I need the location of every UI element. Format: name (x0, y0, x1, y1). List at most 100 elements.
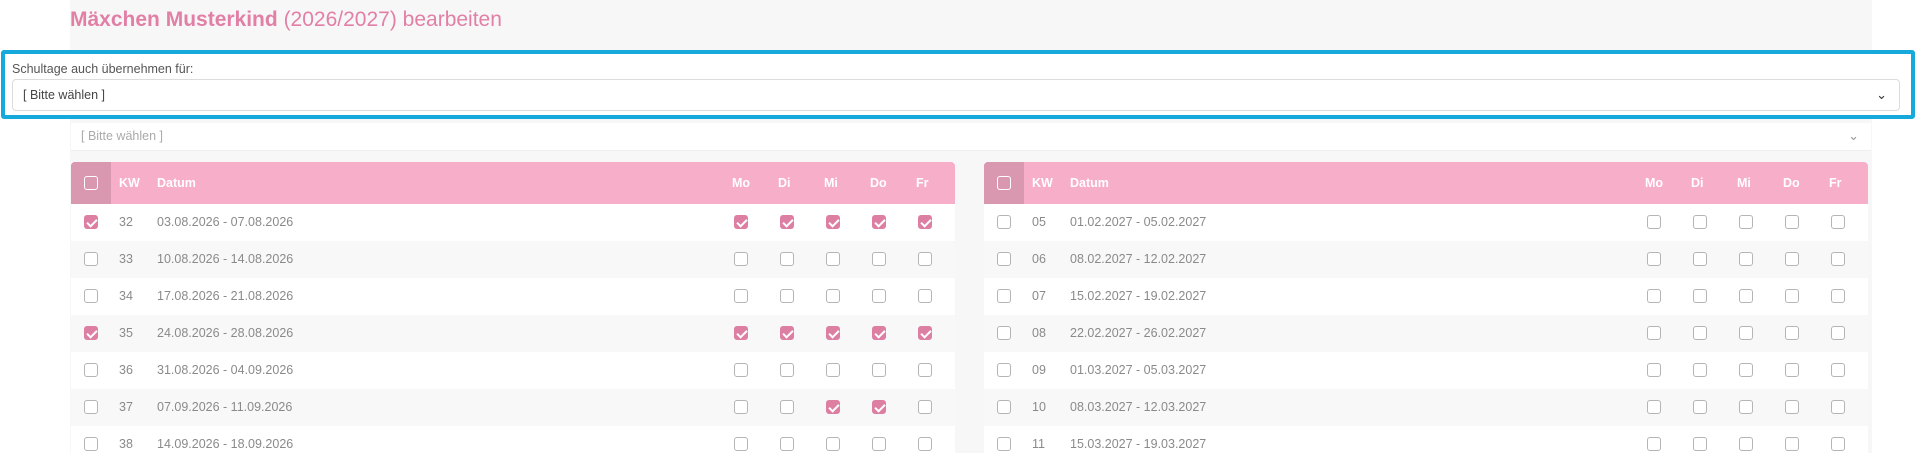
day-checkbox-di[interactable] (780, 326, 794, 340)
copy-schooldays-value: [ Bitte wählen ] (23, 88, 105, 102)
day-checkbox-mo[interactable] (1647, 400, 1661, 414)
day-checkbox-mo[interactable] (734, 326, 748, 340)
day-checkbox-di[interactable] (780, 252, 794, 266)
row-select-checkbox[interactable] (84, 437, 98, 451)
day-checkbox-fr[interactable] (1831, 289, 1845, 303)
day-checkbox-di[interactable] (1693, 289, 1707, 303)
table-row: 10 08.03.2027 - 12.03.2027 (984, 389, 1868, 426)
row-select-checkbox[interactable] (997, 215, 1011, 229)
day-checkbox-mo[interactable] (1647, 289, 1661, 303)
day-checkbox-mi[interactable] (826, 252, 840, 266)
day-checkbox-do[interactable] (1785, 437, 1799, 451)
day-checkbox-mi[interactable] (1739, 400, 1753, 414)
row-select-checkbox[interactable] (997, 326, 1011, 340)
day-checkbox-do[interactable] (872, 363, 886, 377)
day-checkbox-do[interactable] (1785, 252, 1799, 266)
day-checkbox-do[interactable] (1785, 215, 1799, 229)
row-select-checkbox[interactable] (997, 437, 1011, 451)
row-select-checkbox[interactable] (997, 252, 1011, 266)
day-checkbox-fr[interactable] (918, 400, 932, 414)
day-checkbox-di[interactable] (1693, 363, 1707, 377)
day-checkbox-fr[interactable] (1831, 215, 1845, 229)
day-checkbox-mo[interactable] (734, 289, 748, 303)
day-checkbox-mi[interactable] (1739, 326, 1753, 340)
day-checkbox-fr[interactable] (918, 326, 932, 340)
day-checkbox-di[interactable] (1693, 252, 1707, 266)
day-checkbox-mi[interactable] (826, 326, 840, 340)
table-row: 11 15.03.2027 - 19.03.2027 (984, 426, 1868, 463)
day-checkbox-mi[interactable] (826, 289, 840, 303)
day-checkbox-mo[interactable] (1647, 363, 1661, 377)
day-checkbox-mo[interactable] (734, 400, 748, 414)
day-checkbox-di[interactable] (1693, 400, 1707, 414)
day-checkbox-di[interactable] (1693, 326, 1707, 340)
day-checkbox-mi[interactable] (1739, 252, 1753, 266)
day-checkbox-di[interactable] (1693, 215, 1707, 229)
day-checkbox-mi[interactable] (1739, 437, 1753, 451)
day-checkbox-fr[interactable] (918, 363, 932, 377)
day-checkbox-do[interactable] (872, 215, 886, 229)
row-select-checkbox[interactable] (997, 400, 1011, 414)
day-checkbox-do[interactable] (872, 400, 886, 414)
day-checkbox-do[interactable] (1785, 289, 1799, 303)
day-checkbox-di[interactable] (780, 215, 794, 229)
day-checkbox-mi[interactable] (826, 400, 840, 414)
day-checkbox-di[interactable] (780, 289, 794, 303)
row-select-checkbox[interactable] (997, 289, 1011, 303)
day-checkbox-do[interactable] (872, 437, 886, 451)
row-select-checkbox[interactable] (997, 363, 1011, 377)
day-checkbox-mi[interactable] (826, 437, 840, 451)
row-select-checkbox[interactable] (84, 326, 98, 340)
week-date-range: 17.08.2026 - 21.08.2026 (157, 289, 294, 303)
day-checkbox-di[interactable] (780, 437, 794, 451)
day-checkbox-mi[interactable] (1739, 363, 1753, 377)
row-select-checkbox[interactable] (84, 400, 98, 414)
day-checkbox-fr[interactable] (918, 252, 932, 266)
day-checkbox-fr[interactable] (918, 215, 932, 229)
row-select-checkbox[interactable] (84, 252, 98, 266)
day-checkbox-fr[interactable] (1831, 400, 1845, 414)
day-checkbox-mo[interactable] (1647, 215, 1661, 229)
weeks-table-left: KW Datum Mo Di Mi Do Fr 32 03.08.2026 - 0… (71, 162, 955, 463)
day-checkbox-mi[interactable] (1739, 215, 1753, 229)
day-checkbox-do[interactable] (872, 289, 886, 303)
day-checkbox-mo[interactable] (734, 363, 748, 377)
day-checkbox-mi[interactable] (826, 363, 840, 377)
day-checkbox-fr[interactable] (918, 289, 932, 303)
row-select-checkbox[interactable] (84, 363, 98, 377)
day-checkbox-do[interactable] (872, 326, 886, 340)
chevron-down-icon: ⌄ (1876, 87, 1887, 102)
day-checkbox-fr[interactable] (1831, 437, 1845, 451)
day-checkbox-do[interactable] (872, 252, 886, 266)
day-checkbox-do[interactable] (1785, 326, 1799, 340)
day-checkbox-fr[interactable] (1831, 326, 1845, 340)
week-number: 34 (119, 289, 133, 303)
week-date-range: 15.03.2027 - 19.03.2027 (1070, 437, 1207, 451)
day-checkbox-do[interactable] (1785, 363, 1799, 377)
day-checkbox-fr[interactable] (918, 437, 932, 451)
col-do: Do (1783, 176, 1800, 190)
day-checkbox-fr[interactable] (1831, 363, 1845, 377)
row-select-checkbox[interactable] (84, 215, 98, 229)
day-checkbox-mo[interactable] (734, 252, 748, 266)
day-checkbox-mo[interactable] (1647, 252, 1661, 266)
day-checkbox-mi[interactable] (826, 215, 840, 229)
week-number: 35 (119, 326, 133, 340)
day-checkbox-fr[interactable] (1831, 252, 1845, 266)
copy-schooldays-select[interactable]: [ Bitte wählen ] ⌄ (12, 79, 1900, 111)
day-checkbox-di[interactable] (780, 363, 794, 377)
day-checkbox-mo[interactable] (1647, 326, 1661, 340)
day-checkbox-do[interactable] (1785, 400, 1799, 414)
select-all-checkbox[interactable] (84, 176, 98, 190)
table-row: 38 14.09.2026 - 18.09.2026 (71, 426, 955, 463)
day-checkbox-mo[interactable] (734, 437, 748, 451)
row-select-checkbox[interactable] (84, 289, 98, 303)
day-checkbox-mo[interactable] (1647, 437, 1661, 451)
week-number: 05 (1032, 215, 1046, 229)
day-checkbox-mi[interactable] (1739, 289, 1753, 303)
day-checkbox-di[interactable] (780, 400, 794, 414)
day-checkbox-di[interactable] (1693, 437, 1707, 451)
day-checkbox-mo[interactable] (734, 215, 748, 229)
background-select[interactable]: [ Bitte wählen ] ⌄ (71, 123, 1871, 151)
select-all-checkbox[interactable] (997, 176, 1011, 190)
